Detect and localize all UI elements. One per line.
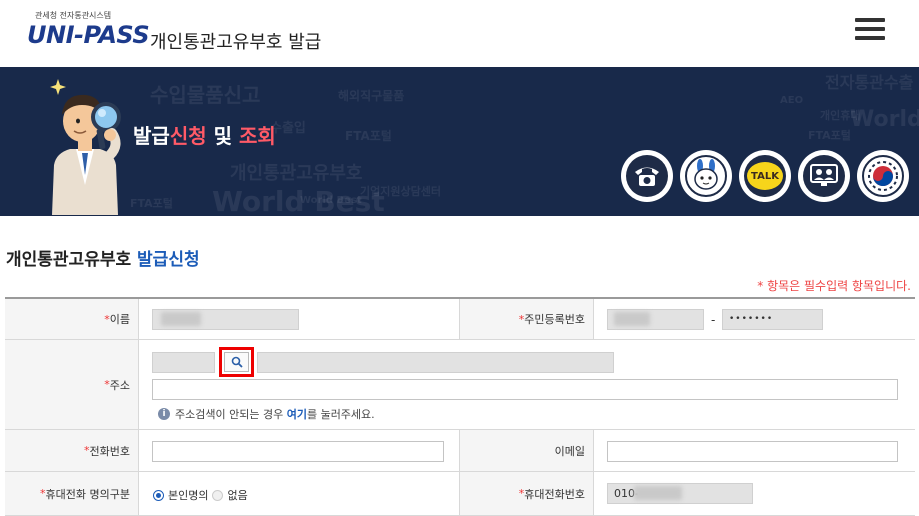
- phone-cell: [139, 430, 459, 471]
- banner-title-and: 및: [206, 124, 239, 148]
- phone-glyph: [635, 167, 659, 186]
- hamburger-menu-icon[interactable]: [855, 18, 885, 44]
- postcode-field[interactable]: [152, 352, 215, 373]
- mascot-icon[interactable]: [680, 150, 732, 202]
- rrn-back-field[interactable]: •••••••: [722, 309, 823, 330]
- name-label-text: 이름: [109, 313, 130, 326]
- form-row-mobile: * 휴대전화 명의구분 본인명의 없음 * 휴대전화번호 010-: [5, 472, 915, 516]
- page-title-sub: 발급신청: [131, 250, 200, 270]
- form-row-name: * 이름 * 주민등록번호 - •••••••: [5, 299, 915, 340]
- address-label: * 주소: [5, 340, 139, 429]
- bg-word: FTA포털: [130, 197, 173, 210]
- banner-title-apply: 신청: [169, 124, 207, 148]
- banner-title-issue: 발급: [133, 124, 170, 148]
- address-help-text: 주소검색이 안되는 경우 여기를 눌러주세요.: [175, 406, 375, 422]
- bg-word: 전자통관수출: [825, 73, 914, 92]
- top-header: 관세청 전자통관시스템 UNI-PASS 개인통관고유부호 발급: [0, 0, 919, 67]
- address-cell: i 주소검색이 안되는 경우 여기를 눌러주세요.: [139, 340, 915, 429]
- radio-none-label: 없음: [227, 489, 248, 502]
- rrn-label-text: 주민등록번호: [524, 313, 585, 326]
- kakao-talk-label: TALK: [747, 162, 783, 190]
- address-search-button[interactable]: [219, 347, 254, 377]
- name-redacted: [161, 312, 201, 326]
- phone-label: * 전화번호: [5, 430, 139, 471]
- mobile-owner-label: * 휴대전화 명의구분: [5, 472, 139, 515]
- address-detail-field[interactable]: [152, 379, 898, 400]
- phone-icon[interactable]: [621, 150, 673, 202]
- mobile-redacted: [634, 486, 682, 500]
- page-title-main: 개인통관고유부호: [6, 250, 132, 270]
- info-icon: i: [158, 408, 170, 420]
- bg-word: FTA포털: [345, 129, 392, 143]
- taegeuk-glyph: [868, 161, 898, 191]
- rrn-dash: -: [711, 313, 716, 327]
- bg-word: 기업지원상담센터: [360, 185, 441, 198]
- name-label: * 이름: [5, 299, 139, 339]
- search-icon: [231, 356, 243, 368]
- address-label-text: 주소: [109, 378, 130, 392]
- address-help-pre: 주소검색이 안되는 경우: [175, 408, 287, 421]
- kakao-talk-icon[interactable]: TALK: [739, 150, 791, 202]
- mobile-owner-label-text: 휴대전화 명의구분: [45, 487, 130, 501]
- email-label-text: 이메일: [554, 444, 585, 458]
- video-consult-glyph: [810, 164, 838, 186]
- magnifier-person-illustration: [50, 79, 121, 215]
- mobile-label-text: 휴대전화번호: [524, 487, 585, 501]
- rrn-cell: - •••••••: [594, 299, 915, 339]
- unipass-logo[interactable]: 관세청 전자통관시스템 UNI-PASS: [27, 10, 150, 56]
- name-cell: [139, 299, 459, 339]
- mobile-owner-options: 본인명의 없음: [153, 487, 248, 503]
- bg-word: 개인통관고유부호: [230, 163, 363, 184]
- video-consult-icon[interactable]: [798, 150, 850, 202]
- email-field[interactable]: [607, 441, 898, 462]
- logo-caption: 관세청 전자통관시스템: [35, 11, 112, 20]
- service-icons: TALK: [621, 150, 911, 202]
- required-note: * 항목은 필수입력 항목입니다.: [757, 279, 911, 293]
- email-cell: [594, 430, 915, 471]
- page-title: 개인통관고유부호 발급신청: [6, 245, 200, 270]
- address-help: i 주소검색이 안되는 경우 여기를 눌러주세요.: [158, 406, 375, 422]
- bg-word: 수입물품신고: [150, 83, 261, 107]
- application-form: * 이름 * 주민등록번호 - ••••••• * 주소 i 주소검색이 안되는…: [5, 297, 915, 516]
- app-title: 개인통관고유부호 발급: [150, 32, 322, 53]
- radio-own-name[interactable]: [153, 489, 164, 501]
- mobile-cell: 010-: [594, 472, 915, 515]
- bg-word: FTA포털: [808, 129, 851, 142]
- radio-none[interactable]: [212, 489, 224, 501]
- mobile-owner-cell: 본인명의 없음: [139, 472, 459, 515]
- form-row-address: * 주소 i 주소검색이 안되는 경우 여기를 눌러주세요.: [5, 340, 915, 430]
- mascot-glyph: [694, 159, 718, 190]
- form-row-phone: * 전화번호 이메일: [5, 430, 915, 472]
- email-label: 이메일: [459, 430, 594, 471]
- bg-word: 해외직구물품: [338, 89, 405, 103]
- address-search-inner: [224, 352, 249, 372]
- phone-field[interactable]: [152, 441, 444, 462]
- address-help-post: 를 눌러주세요.: [306, 408, 375, 421]
- bg-word: World Best: [300, 195, 362, 206]
- address-base-field[interactable]: [257, 352, 614, 373]
- rrn-label: * 주민등록번호: [459, 299, 594, 339]
- address-help-link[interactable]: 여기: [287, 408, 307, 421]
- bg-word: AEO: [780, 95, 804, 106]
- bg-word: World: [850, 107, 919, 132]
- mobile-label: * 휴대전화번호: [459, 472, 594, 515]
- banner: 수입물품신고 해외직구물품 개인통관고유부호 World Best FTA포털 …: [0, 67, 919, 216]
- banner-title-lookup: 조회: [238, 124, 276, 148]
- rrn-redacted: [614, 312, 650, 326]
- radio-own-name-label: 본인명의: [168, 489, 209, 502]
- logo-wordmark: UNI-PASS: [27, 21, 150, 49]
- phone-label-text: 전화번호: [89, 444, 130, 458]
- banner-title: 발급신청 및 조회: [133, 120, 276, 149]
- government-emblem-icon[interactable]: [857, 150, 909, 202]
